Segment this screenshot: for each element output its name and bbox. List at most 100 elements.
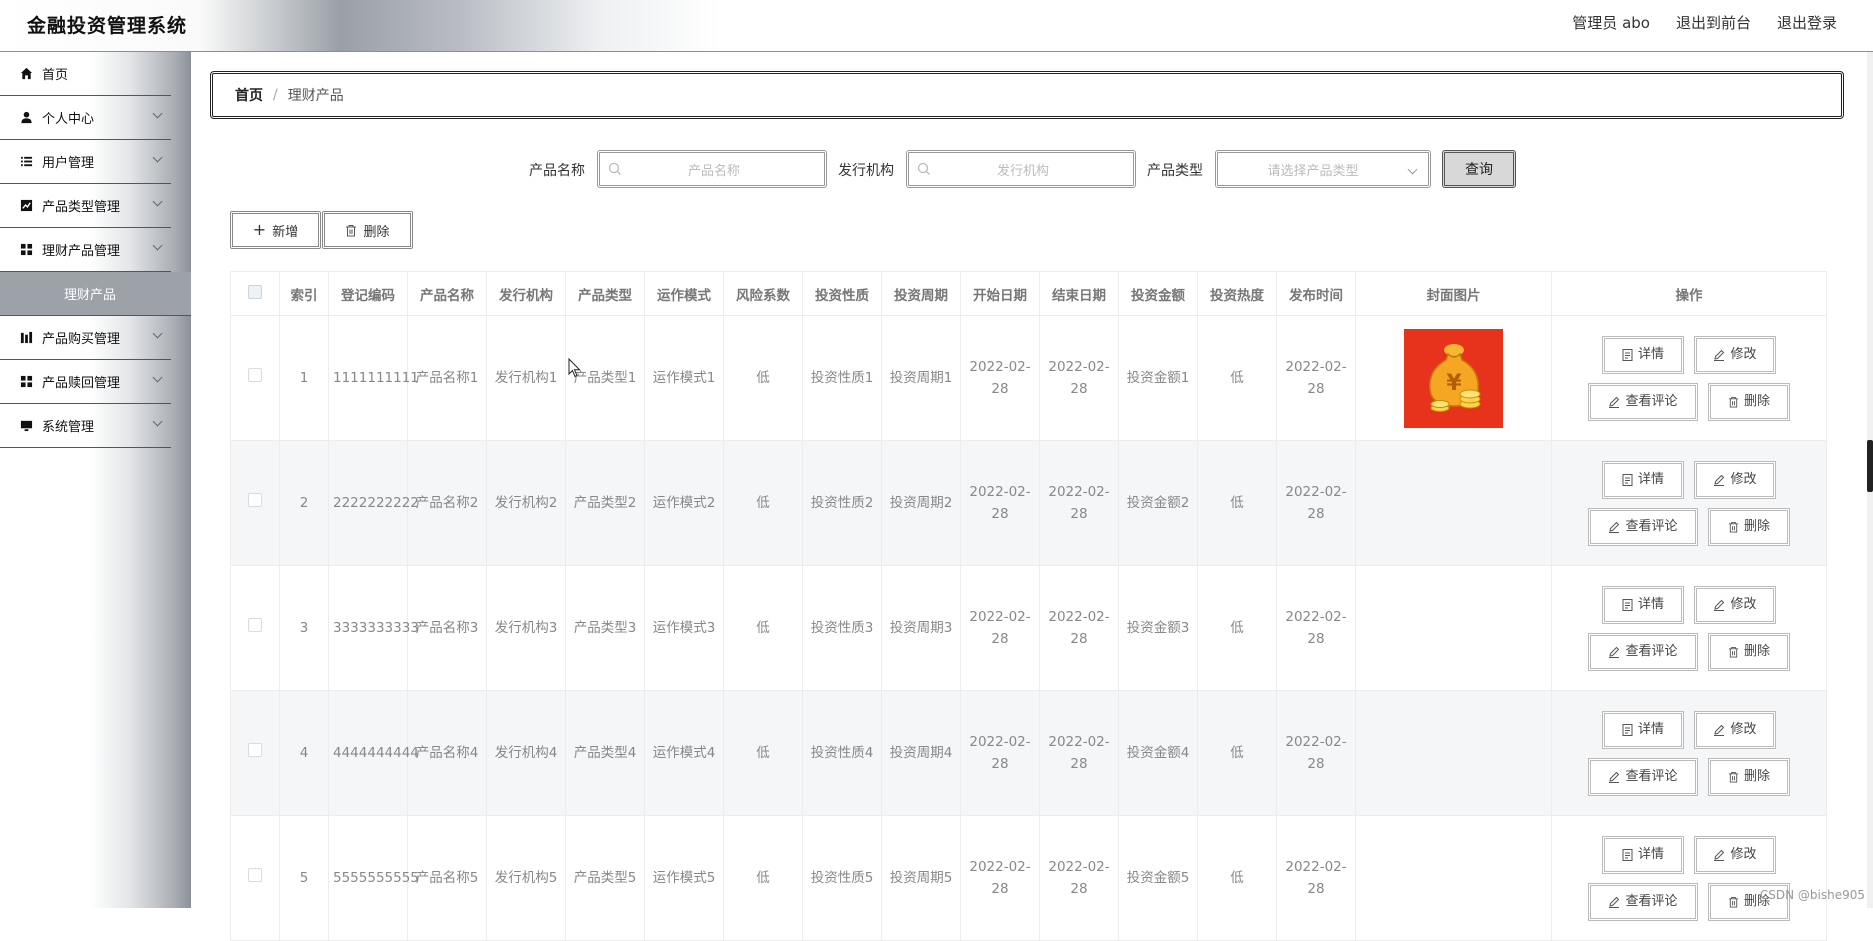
edit-button[interactable]: 修改 (1694, 836, 1776, 874)
view-comments-label: 查看评论 (1625, 516, 1677, 538)
cover-image-cell (1356, 816, 1552, 941)
sidebar-item-personal-center[interactable]: 个人中心 (0, 96, 171, 140)
select-all-checkbox[interactable] (248, 285, 262, 299)
sidebar-item-product-type-management[interactable]: 产品类型管理 (0, 184, 171, 228)
view-comments-button[interactable]: 查看评论 (1588, 383, 1698, 421)
cover-image-cell (1356, 691, 1552, 816)
sidebar-item-label: 产品类型管理 (42, 196, 120, 215)
breadcrumb: 首页 / 理财产品 (210, 71, 1844, 119)
column-header[interactable]: 产品类型 (566, 272, 645, 316)
edit-button[interactable]: 修改 (1694, 461, 1776, 499)
publish-time-cell: 2022-02-28 (1277, 316, 1356, 441)
row-delete-button[interactable]: 删除 (1708, 508, 1790, 546)
chevron-down-icon (153, 417, 163, 427)
edit-button[interactable]: 修改 (1694, 586, 1776, 624)
sidebar-item-redemption-management[interactable]: 产品赎回管理 (0, 360, 171, 404)
back-to-front-link[interactable]: 退出到前台 (1676, 12, 1751, 33)
investment-nature-cell: 投资性质5 (803, 816, 882, 941)
breadcrumb-home[interactable]: 首页 (235, 85, 263, 105)
investment-period-cell: 投资周期5 (882, 816, 961, 941)
row-checkbox[interactable] (248, 868, 262, 882)
search-icon (917, 162, 931, 176)
edit-icon (1608, 771, 1620, 783)
column-header[interactable]: 投资金额 (1119, 272, 1198, 316)
investment-heat-cell: 低 (1198, 441, 1277, 566)
column-header[interactable]: 发行机构 (487, 272, 566, 316)
column-header[interactable]: 索引 (280, 272, 329, 316)
sidebar-item-purchase-management[interactable]: 产品购买管理 (0, 316, 171, 360)
row-delete-button[interactable]: 删除 (1708, 758, 1790, 796)
home-icon (19, 67, 33, 81)
investment-heat-cell: 低 (1198, 691, 1277, 816)
sidebar-item-system-management[interactable]: 系统管理 (0, 404, 171, 448)
investment-heat-cell: 低 (1198, 566, 1277, 691)
money-bag-cover-image[interactable]: ¥ (1404, 329, 1503, 428)
product-name-cell: 产品名称3 (408, 566, 487, 691)
column-header[interactable]: 产品名称 (408, 272, 487, 316)
registration-code-cell: 1111111111 (329, 316, 408, 441)
breadcrumb-separator: / (273, 87, 278, 103)
column-header[interactable]: 登记编码 (329, 272, 408, 316)
product-name-cell: 产品名称2 (408, 441, 487, 566)
investment-period-cell: 投资周期3 (882, 566, 961, 691)
grid-icon (19, 243, 33, 257)
sidebar-item-finance-product-management[interactable]: 理财产品管理 (0, 228, 171, 272)
sidebar-item-home[interactable]: 首页 (0, 52, 171, 96)
row-checkbox[interactable] (248, 743, 262, 757)
money-bag-icon: ¥ (1418, 338, 1490, 418)
row-delete-button[interactable]: 删除 (1708, 633, 1790, 671)
issuer-cell: 发行机构3 (487, 566, 566, 691)
row-delete-label: 删除 (1744, 516, 1770, 538)
sidebar-item-label: 产品赎回管理 (42, 372, 120, 391)
product-type-cell: 产品类型3 (566, 566, 645, 691)
detail-button[interactable]: 详情 (1602, 836, 1684, 874)
column-header[interactable]: 结束日期 (1040, 272, 1119, 316)
column-header[interactable]: 投资热度 (1198, 272, 1277, 316)
bars-icon (19, 331, 33, 345)
query-button[interactable]: 查询 (1442, 150, 1516, 188)
edit-button[interactable]: 修改 (1694, 711, 1776, 749)
chart-icon (19, 199, 33, 213)
table-row: 44444444444产品名称4发行机构4产品类型4运作模式4低投资性质4投资周… (231, 691, 1827, 816)
row-checkbox[interactable] (248, 368, 262, 382)
detail-button[interactable]: 详情 (1602, 336, 1684, 374)
detail-button[interactable]: 详情 (1602, 711, 1684, 749)
svg-text:¥: ¥ (1446, 371, 1462, 396)
edit-button[interactable]: 修改 (1694, 336, 1776, 374)
column-header[interactable]: 运作模式 (645, 272, 724, 316)
scrollbar-thumb[interactable] (1867, 440, 1873, 492)
edit-button-label: 修改 (1730, 844, 1756, 866)
view-comments-button[interactable]: 查看评论 (1588, 633, 1698, 671)
column-header[interactable]: 投资周期 (882, 272, 961, 316)
column-header[interactable]: 风险系数 (724, 272, 803, 316)
cover-image-cell (1356, 441, 1552, 566)
registration-code-cell: 4444444444 (329, 691, 408, 816)
row-checkbox[interactable] (248, 493, 262, 507)
detail-button[interactable]: 详情 (1602, 461, 1684, 499)
column-header[interactable]: 发布时间 (1277, 272, 1356, 316)
registration-code-cell: 3333333333 (329, 566, 408, 691)
start-date-cell: 2022-02-28 (961, 816, 1040, 941)
row-delete-button[interactable]: 删除 (1708, 383, 1790, 421)
trash-icon (1728, 521, 1739, 533)
batch-delete-button[interactable]: 删除 (322, 211, 413, 249)
issuer-input[interactable]: 发行机构 (906, 150, 1136, 188)
column-header[interactable]: 开始日期 (961, 272, 1040, 316)
view-comments-button[interactable]: 查看评论 (1588, 508, 1698, 546)
product-name-input[interactable]: 产品名称 (597, 150, 827, 188)
row-checkbox[interactable] (248, 618, 262, 632)
investment-amount-cell: 投资金额2 (1119, 441, 1198, 566)
view-comments-button[interactable]: 查看评论 (1588, 758, 1698, 796)
chevron-down-icon (153, 109, 163, 119)
add-button[interactable]: + 新增 (230, 211, 321, 249)
trash-icon (345, 224, 357, 237)
header-user-links: 管理员 abo 退出到前台 退出登录 (1572, 12, 1837, 33)
product-type-select[interactable]: 请选择产品类型 (1215, 150, 1431, 188)
cover-image-cell (1356, 566, 1552, 691)
detail-button[interactable]: 详情 (1602, 586, 1684, 624)
logout-link[interactable]: 退出登录 (1777, 12, 1837, 33)
sidebar-subitem-finance-product[interactable]: 理财产品 (0, 272, 191, 316)
view-comments-button[interactable]: 查看评论 (1588, 883, 1698, 921)
column-header[interactable]: 投资性质 (803, 272, 882, 316)
row-select-cell (231, 816, 280, 941)
